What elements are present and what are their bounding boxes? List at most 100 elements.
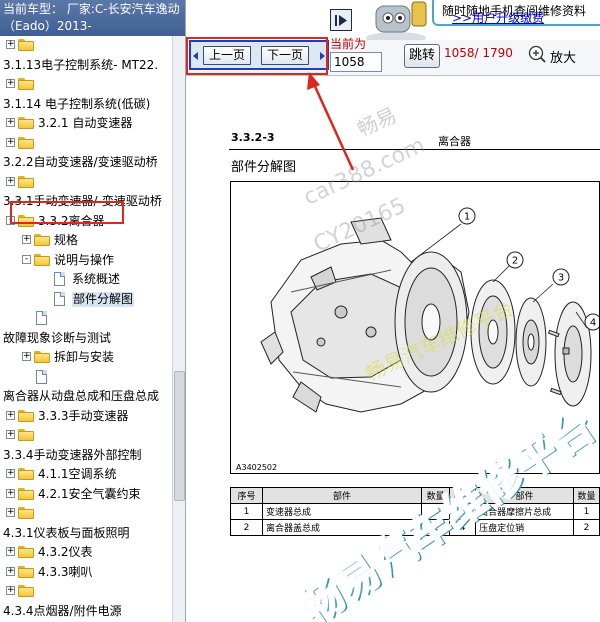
next-page-button[interactable]: 下一页 [261,46,310,65]
tree-item-label: 离合器从动盘总成和压盘总成 [3,389,160,403]
tree-item-label: 3.1.13电子控制系统- MT22. [3,57,159,72]
tree-item[interactable]: 4.3.1仪表板与面板照明 [0,524,172,543]
tree-item[interactable]: 3.2.2自动变速器/变速驱动桥 [0,153,172,172]
expand-icon[interactable]: + [6,566,15,576]
tree-item[interactable]: + 拆卸与安装 [0,348,172,367]
tree-item[interactable] [0,309,172,328]
section-number: 3.3.2-3 [231,131,275,144]
expand-icon[interactable]: + [6,586,15,595]
table-cell: 离合器盖总成 [261,519,423,536]
document-icon [54,272,65,286]
document-icon [36,369,47,384]
tree-item-label: 3.2.1 自动变速器 [38,116,133,130]
tree-item[interactable]: +4.3.3喇叭 [0,563,172,582]
parts-table-header-row: 序号 部件 数量 序号 部件 数量 [230,487,600,504]
tree-item[interactable]: +4.3.2仪表 [0,543,172,562]
tree-item[interactable]: 3.1.13电子控制系统- MT22. [0,56,172,75]
expand-icon[interactable]: + [6,40,15,49]
chapter-tree[interactable]: +3.1.13电子控制系统- MT22. +3.1.14 电子控制系统(低碳) +3… [0,36,172,622]
tree-item-label: 故障现象诊断与测试 [3,330,112,345]
tree-item[interactable]: 部件分解图 [0,290,172,309]
tree-item[interactable]: 故障现象诊断与测试 [0,329,172,348]
document-title: 部件分解图 [231,160,297,175]
tree-item[interactable]: + [0,173,172,192]
collapse-icon[interactable]: - [22,254,31,264]
page-count: 1058/ 1790 [444,46,513,60]
expand-icon[interactable]: + [6,469,15,478]
tree-item-label: 4.2.1安全气囊约束 [38,486,141,501]
tree-item-label: 3.3.4手动变速器外部控制 [3,447,142,462]
expand-icon[interactable]: + [6,547,15,556]
tree-scrollbar[interactable] [172,36,185,622]
tree-item-label: 说明与操作 [54,252,115,267]
expand-icon[interactable]: + [6,79,15,88]
callout-marker: 3 [552,268,570,286]
tree-item[interactable]: + [0,582,172,601]
folder-icon [18,214,34,227]
tree-item[interactable]: + [0,134,172,153]
folder-icon [18,585,34,597]
tree-item[interactable] [0,368,172,387]
tree-item-label: 系统概述 [72,272,121,286]
tree-item[interactable]: + 规格 [0,231,172,250]
expand-icon[interactable]: + [6,410,15,420]
upgrade-payment-link[interactable]: >>用户升级缴费 [452,9,544,26]
folder-icon [34,234,50,246]
folder-icon [18,39,34,51]
tree-item[interactable]: + [0,36,172,55]
col-qty-1: 数量 [421,487,451,504]
tree-item[interactable]: +3.3.3手动变速器 [0,407,172,426]
expand-icon[interactable]: + [6,430,15,439]
col-index-2: 序号 [449,487,477,504]
collapse-icon[interactable]: - [6,215,15,225]
zoom-in-icon[interactable] [528,45,546,63]
callout-number: 2 [512,256,518,267]
tree-item[interactable]: + [0,504,172,523]
tree-item[interactable]: 系统概述 [0,270,172,289]
nav-left-arrow-icon [193,52,198,60]
expand-icon[interactable]: + [6,137,15,147]
expand-icon[interactable]: + [22,352,31,361]
section-name: 离合器 [438,135,471,148]
expand-icon[interactable]: + [6,176,15,186]
tree-item[interactable]: +3.2.1 自动变速器 [0,114,172,133]
tree-item[interactable]: 4.3.4点烟器/附件电源 [0,602,172,621]
zoom-in-button[interactable]: 放大 [550,47,576,66]
tree-item[interactable]: 3.3.4手动变速器外部控制 [0,446,172,465]
jump-button[interactable]: 跳转 [404,44,440,68]
folder-icon [34,351,50,363]
tree-item-label: 3.3.2离合器 [38,213,105,228]
tree-item[interactable]: - 3.3.2离合器 [0,212,172,231]
tree-item[interactable]: 3.3.1手动变速器/-变速驱动桥 [0,192,172,211]
callout-marker: 4 [584,313,599,331]
page-nav-group: 上一页 下一页 [189,40,329,70]
table-cell: 4 [449,519,477,536]
expand-icon[interactable]: + [6,118,15,127]
tree-item[interactable]: + [0,75,172,94]
folder-icon [18,546,34,558]
callout-number: 3 [558,273,564,284]
tree-item[interactable]: + [0,426,172,445]
nav-right-arrow-icon [320,52,325,60]
document-icon [36,311,47,325]
folder-icon [18,117,34,129]
collapse-panel-button[interactable] [330,9,352,31]
tree-item-label: 4.3.4点烟器/附件电源 [3,603,122,618]
col-qty-2: 数量 [572,487,600,504]
prev-page-button[interactable]: 上一页 [203,46,252,65]
expand-icon[interactable]: + [6,488,15,498]
tree-scrollbar-thumb[interactable] [174,371,185,501]
tree-item[interactable]: +4.1.1空调系统 [0,465,172,484]
expand-icon[interactable]: + [6,508,15,517]
page-number-input[interactable] [330,52,382,72]
tree-item[interactable]: 3.1.14 电子控制系统(低碳) [0,95,172,114]
col-part-1: 部件 [261,487,423,504]
table-cell: 压盘定位销 [475,519,574,536]
folder-icon [18,468,34,480]
tree-item[interactable]: - 说明与操作 [0,251,172,270]
tree-item[interactable]: +4.2.1安全气囊约束 [0,485,172,504]
table-cell: 2 [230,519,263,536]
expand-icon[interactable]: + [22,235,31,244]
tree-item[interactable]: 离合器从动盘总成和压盘总成 [0,387,172,406]
table-cell: 离合器摩擦片总成 [475,503,574,520]
